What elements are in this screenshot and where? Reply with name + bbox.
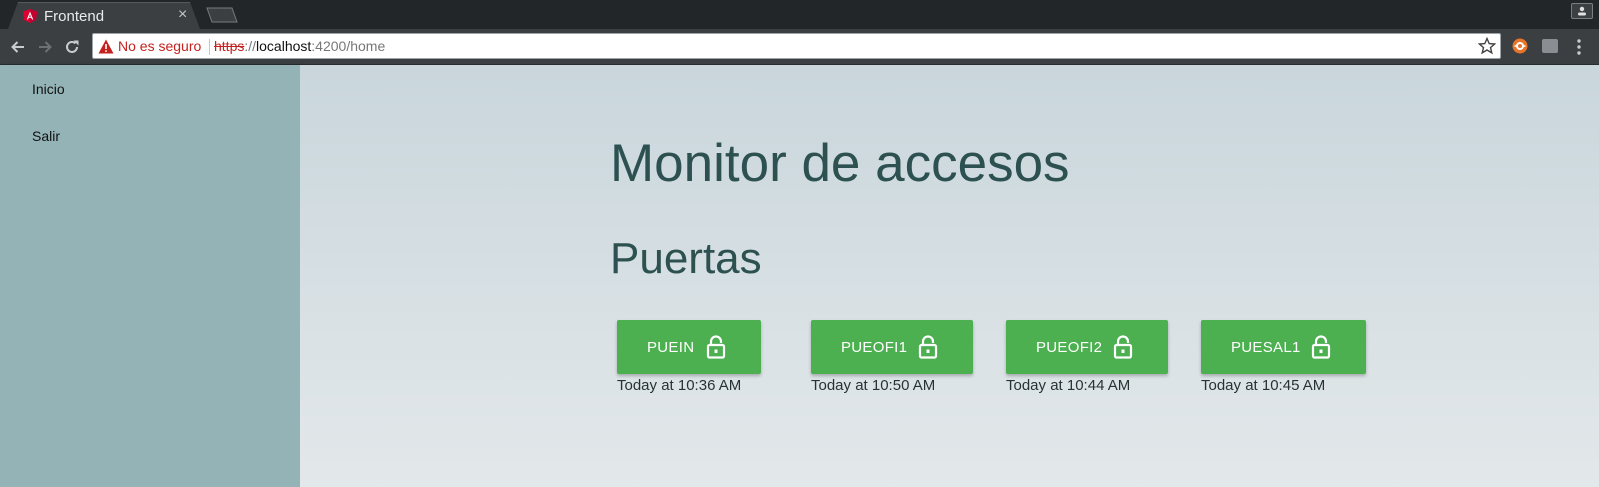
reload-icon[interactable] [62, 37, 82, 57]
page-title: Monitor de accesos [610, 134, 1070, 193]
browser-toolbar: No es seguro https://localhost:4200/home [0, 29, 1599, 65]
new-tab-button[interactable] [206, 7, 238, 23]
warning-icon [98, 39, 114, 54]
bookmark-star-icon[interactable] [1478, 37, 1496, 55]
door-name: PUEOFI1 [841, 339, 908, 356]
door-button-puesal1[interactable]: PUESAL1 [1201, 320, 1366, 374]
door-name: PUESAL1 [1231, 339, 1301, 356]
url-host: localhost [256, 38, 312, 54]
lock-open-icon [706, 335, 726, 359]
door-last-access: Today at 10:36 AM [617, 377, 742, 394]
back-arrow-icon[interactable] [8, 37, 28, 57]
extension-icon-2[interactable] [1542, 39, 1558, 53]
security-status-label[interactable]: No es seguro [118, 38, 201, 54]
url-text[interactable]: https://localhost:4200/home [214, 38, 385, 54]
door-card: PUEIN Today at 10:36 AM [617, 320, 761, 394]
angular-icon [23, 9, 37, 23]
door-card: PUESAL1 Today at 10:45 AM [1201, 320, 1366, 394]
url-path: :4200/home [311, 38, 386, 54]
lock-open-icon [1113, 335, 1133, 359]
door-card: PUEOFI1 Today at 10:50 AM [811, 320, 973, 394]
tab-strip: Frontend × [0, 0, 1599, 29]
door-button-pueofi2[interactable]: PUEOFI2 [1006, 320, 1168, 374]
extension-icon[interactable] [1512, 38, 1528, 54]
door-name: PUEOFI2 [1036, 339, 1103, 356]
omnibox-divider [209, 39, 210, 55]
door-button-pueofi1[interactable]: PUEOFI1 [811, 320, 973, 374]
door-last-access: Today at 10:50 AM [811, 377, 936, 394]
tab-title: Frontend [44, 8, 105, 25]
profile-icon[interactable] [1571, 3, 1593, 19]
lock-open-icon [1311, 335, 1331, 359]
url-scheme: https [214, 38, 245, 54]
chrome-menu-icon[interactable] [1576, 38, 1582, 56]
sidebar-item-salir[interactable]: Salir [32, 128, 60, 144]
main-content: Monitor de accesos Puertas PUEIN Today a… [300, 65, 1599, 487]
sidebar-item-inicio[interactable]: Inicio [32, 81, 65, 97]
profile-glyph [1578, 6, 1586, 16]
url-separator: :// [244, 38, 257, 54]
sidebar: Inicio Salir [0, 65, 300, 487]
door-last-access: Today at 10:44 AM [1006, 377, 1131, 394]
address-bar[interactable]: No es seguro https://localhost:4200/home [92, 33, 1501, 59]
door-last-access: Today at 10:45 AM [1201, 377, 1326, 394]
section-title: Puertas [610, 234, 762, 283]
door-button-puein[interactable]: PUEIN [617, 320, 761, 374]
lock-open-icon [918, 335, 938, 359]
forward-arrow-icon[interactable] [35, 37, 55, 57]
browser-tab[interactable]: Frontend × [8, 2, 200, 29]
door-card: PUEOFI2 Today at 10:44 AM [1006, 320, 1168, 394]
tab-close-icon[interactable]: × [178, 6, 187, 24]
door-name: PUEIN [647, 339, 695, 356]
